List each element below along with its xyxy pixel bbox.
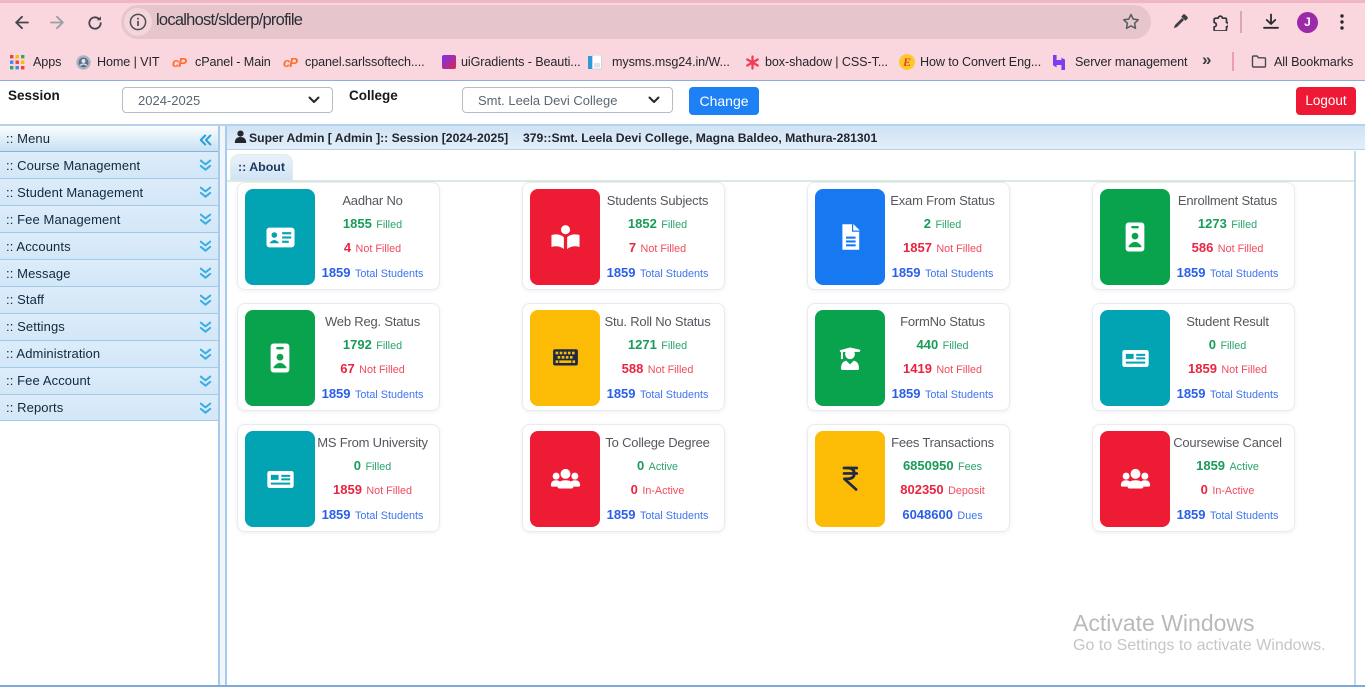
svg-text:E: E bbox=[902, 55, 911, 69]
